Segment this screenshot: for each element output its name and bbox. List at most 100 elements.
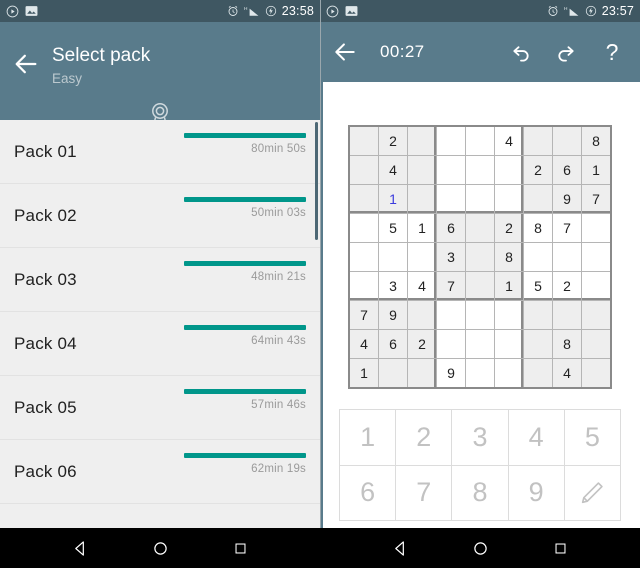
sudoku-cell-r8c4[interactable]	[437, 330, 465, 358]
numpad-key-1[interactable]: 1	[340, 410, 396, 465]
sudoku-cell-r6c2[interactable]: 3	[379, 272, 407, 300]
nav-recents-square[interactable]	[230, 538, 250, 558]
list-item[interactable]: Pack 01 80min 50s	[0, 120, 320, 184]
sudoku-cell-r4c6[interactable]: 2	[495, 214, 523, 242]
numpad-key-7[interactable]: 7	[396, 465, 452, 520]
sudoku-cell-r1c3[interactable]	[408, 127, 436, 155]
numpad-key-6[interactable]: 6	[340, 465, 396, 520]
nav-back-triangle[interactable]	[390, 538, 410, 558]
sudoku-cell-r4c9[interactable]	[582, 214, 610, 242]
sudoku-cell-r6c8[interactable]: 2	[553, 272, 581, 300]
sudoku-cell-r1c5[interactable]	[466, 127, 494, 155]
sudoku-cell-r6c6[interactable]: 1	[495, 272, 523, 300]
sudoku-cell-r9c7[interactable]	[524, 359, 552, 387]
numpad-key-3[interactable]: 3	[452, 410, 508, 465]
sudoku-grid[interactable]: 248426119751628738347152794628194	[348, 125, 612, 389]
sudoku-cell-r9c2[interactable]	[379, 359, 407, 387]
sudoku-cell-r3c9[interactable]: 7	[582, 185, 610, 213]
back-button[interactable]	[12, 50, 40, 78]
sudoku-cell-r8c6[interactable]	[495, 330, 523, 358]
nav-home-circle[interactable]	[150, 538, 170, 558]
redo-icon[interactable]	[554, 40, 578, 64]
sudoku-cell-r9c5[interactable]	[466, 359, 494, 387]
sudoku-cell-r3c7[interactable]	[524, 185, 552, 213]
list-scrollbar[interactable]	[315, 122, 318, 240]
sudoku-cell-r2c5[interactable]	[466, 156, 494, 184]
sudoku-cell-r4c2[interactable]: 5	[379, 214, 407, 242]
undo-icon[interactable]	[508, 40, 532, 64]
sudoku-cell-r7c1[interactable]: 7	[350, 301, 378, 329]
sudoku-cell-r5c8[interactable]	[553, 243, 581, 271]
sudoku-cell-r4c8[interactable]: 7	[553, 214, 581, 242]
sudoku-cell-r4c4[interactable]: 6	[437, 214, 465, 242]
sudoku-cell-r5c2[interactable]	[379, 243, 407, 271]
sudoku-cell-r1c4[interactable]	[437, 127, 465, 155]
sudoku-cell-r2c1[interactable]	[350, 156, 378, 184]
numpad-key-4[interactable]: 4	[508, 410, 564, 465]
sudoku-cell-r7c3[interactable]	[408, 301, 436, 329]
sudoku-cell-r8c7[interactable]	[524, 330, 552, 358]
sudoku-cell-r6c7[interactable]: 5	[524, 272, 552, 300]
sudoku-cell-r3c1[interactable]	[350, 185, 378, 213]
sudoku-cell-r3c5[interactable]	[466, 185, 494, 213]
sudoku-cell-r5c4[interactable]: 3	[437, 243, 465, 271]
sudoku-cell-r2c4[interactable]	[437, 156, 465, 184]
nav-home-circle[interactable]	[470, 538, 490, 558]
sudoku-cell-r1c2[interactable]: 2	[379, 127, 407, 155]
sudoku-cell-r2c7[interactable]: 2	[524, 156, 552, 184]
sudoku-cell-r8c5[interactable]	[466, 330, 494, 358]
sudoku-cell-r9c9[interactable]	[582, 359, 610, 387]
sudoku-cell-r6c3[interactable]: 4	[408, 272, 436, 300]
sudoku-cell-r1c9[interactable]: 8	[582, 127, 610, 155]
sudoku-cell-r4c3[interactable]: 1	[408, 214, 436, 242]
nav-back-triangle[interactable]	[70, 538, 90, 558]
sudoku-cell-r3c8[interactable]: 9	[553, 185, 581, 213]
sudoku-cell-r1c6[interactable]: 4	[495, 127, 523, 155]
sudoku-cell-r7c4[interactable]	[437, 301, 465, 329]
pencil-icon[interactable]	[564, 465, 620, 520]
sudoku-cell-r4c1[interactable]	[350, 214, 378, 242]
numpad-key-8[interactable]: 8	[452, 465, 508, 520]
sudoku-cell-r6c5[interactable]	[466, 272, 494, 300]
numpad-key-2[interactable]: 2	[396, 410, 452, 465]
sudoku-cell-r7c7[interactable]	[524, 301, 552, 329]
sudoku-cell-r3c4[interactable]	[437, 185, 465, 213]
back-button[interactable]	[332, 39, 358, 65]
list-item[interactable]: Pack 06 62min 19s	[0, 440, 320, 504]
sudoku-cell-r5c5[interactable]	[466, 243, 494, 271]
sudoku-cell-r9c1[interactable]: 1	[350, 359, 378, 387]
numpad-key-9[interactable]: 9	[508, 465, 564, 520]
sudoku-cell-r4c5[interactable]	[466, 214, 494, 242]
sudoku-cell-r9c4[interactable]: 9	[437, 359, 465, 387]
sudoku-cell-r5c7[interactable]	[524, 243, 552, 271]
sudoku-cell-r7c8[interactable]	[553, 301, 581, 329]
sudoku-cell-r2c6[interactable]	[495, 156, 523, 184]
sudoku-cell-r8c9[interactable]	[582, 330, 610, 358]
sudoku-cell-r8c1[interactable]: 4	[350, 330, 378, 358]
sudoku-cell-r9c6[interactable]	[495, 359, 523, 387]
sudoku-cell-r7c2[interactable]: 9	[379, 301, 407, 329]
sudoku-cell-r2c8[interactable]: 6	[553, 156, 581, 184]
pack-list[interactable]: Pack 01 80min 50s Pack 02 50min 03s Pack…	[0, 120, 320, 528]
list-item[interactable]: Pack 03 48min 21s	[0, 248, 320, 312]
sudoku-cell-r3c3[interactable]	[408, 185, 436, 213]
help-button[interactable]: ?	[600, 40, 624, 64]
numpad-key-5[interactable]: 5	[564, 410, 620, 465]
sudoku-cell-r1c1[interactable]	[350, 127, 378, 155]
sudoku-cell-r7c9[interactable]	[582, 301, 610, 329]
sudoku-cell-r2c2[interactable]: 4	[379, 156, 407, 184]
sudoku-cell-r4c7[interactable]: 8	[524, 214, 552, 242]
sudoku-cell-r3c6[interactable]	[495, 185, 523, 213]
sudoku-cell-r5c1[interactable]	[350, 243, 378, 271]
sudoku-cell-r1c8[interactable]	[553, 127, 581, 155]
sudoku-cell-r5c9[interactable]	[582, 243, 610, 271]
nav-recents-square[interactable]	[550, 538, 570, 558]
sudoku-cell-r6c4[interactable]: 7	[437, 272, 465, 300]
sudoku-cell-r9c8[interactable]: 4	[553, 359, 581, 387]
sudoku-cell-r6c9[interactable]	[582, 272, 610, 300]
list-item[interactable]: Pack 04 64min 43s	[0, 312, 320, 376]
sudoku-cell-r8c2[interactable]: 6	[379, 330, 407, 358]
sudoku-cell-r5c3[interactable]	[408, 243, 436, 271]
sudoku-cell-r7c5[interactable]	[466, 301, 494, 329]
sudoku-cell-r8c8[interactable]: 8	[553, 330, 581, 358]
